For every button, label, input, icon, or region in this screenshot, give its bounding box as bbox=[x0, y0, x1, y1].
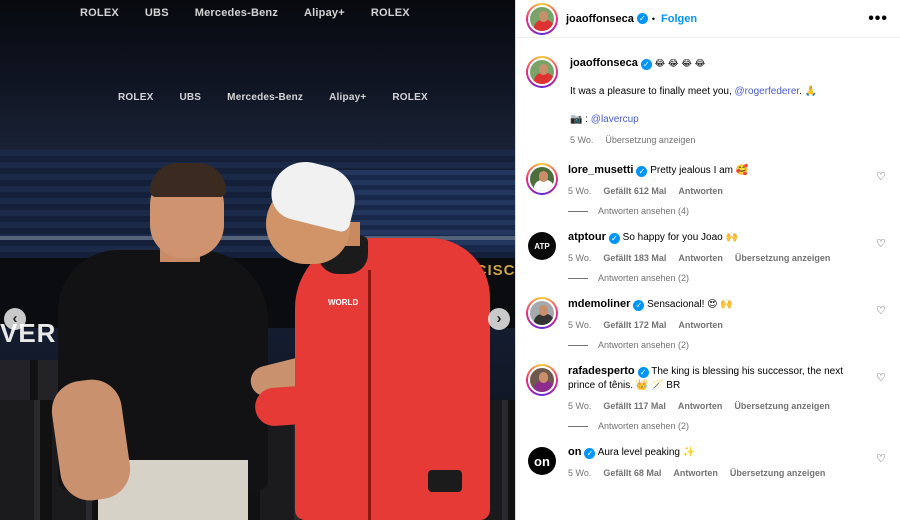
view-replies-button[interactable]: Antworten ansehen (2) bbox=[568, 340, 888, 350]
replies-line bbox=[568, 425, 588, 427]
caption-time: 5 Wo. bbox=[570, 135, 594, 145]
comment-likes[interactable]: Gefällt 68 Mal bbox=[603, 466, 661, 480]
comment-meta: 5 Wo. Gefällt 172 Mal Antworten bbox=[568, 318, 868, 332]
view-replies-button[interactable]: Antworten ansehen (2) bbox=[568, 273, 888, 283]
commenter-avatar[interactable]: on bbox=[528, 447, 556, 475]
verified-badge-icon: ✓ bbox=[637, 367, 649, 378]
carousel-next-button[interactable]: › bbox=[488, 308, 510, 330]
comment-item: rafadesperto ✓ The king is blessing his s… bbox=[526, 364, 888, 413]
person-black-polo-hair bbox=[150, 163, 226, 197]
comment-likes[interactable]: Gefällt 612 Mal bbox=[603, 184, 666, 198]
comment-translate-link[interactable]: Übersetzung anzeigen bbox=[730, 466, 826, 480]
replies-line bbox=[568, 210, 588, 212]
comment-item: mdemoliner ✓ Sensacional! 😍 🙌 5 Wo. Gefäl… bbox=[526, 297, 888, 332]
comment-time: 5 Wo. bbox=[568, 253, 592, 263]
commenter-avatar[interactable] bbox=[526, 163, 558, 195]
comment-time: 5 Wo. bbox=[568, 468, 592, 478]
caption-author-avatar[interactable] bbox=[526, 56, 558, 88]
like-heart-icon[interactable]: ♡ bbox=[876, 305, 888, 317]
like-heart-icon[interactable]: ♡ bbox=[876, 453, 888, 465]
post-caption: joaoffonseca ✓ 😂 😂 😂 😂 It was a pleasure … bbox=[526, 56, 888, 147]
commenter-username[interactable]: mdemoliner bbox=[568, 298, 630, 310]
commenter-username[interactable]: on bbox=[568, 446, 581, 458]
replies-line bbox=[568, 277, 588, 279]
comment-translate-link[interactable]: Übersetzung anzeigen bbox=[734, 399, 830, 413]
jacket-logo: WORLD bbox=[328, 298, 359, 307]
commenter-username[interactable]: atptour bbox=[568, 231, 606, 243]
caption-credit: 📷 : @lavercup bbox=[570, 114, 639, 125]
commenter-avatar[interactable] bbox=[526, 364, 558, 396]
comment-meta: 5 Wo. Gefällt 68 Mal Antworten Übersetzu… bbox=[568, 466, 868, 480]
commenter-username[interactable]: rafadesperto bbox=[568, 365, 635, 377]
follow-button[interactable]: Folgen bbox=[661, 13, 697, 25]
comment-item: on on ✓ Aura level peaking ✨ 5 Wo. Gefäll… bbox=[526, 445, 888, 480]
view-replies-button[interactable]: Antworten ansehen (2) bbox=[568, 421, 888, 431]
caption-text: It was a pleasure to finally meet you, @… bbox=[570, 86, 818, 97]
more-options-icon[interactable]: ••• bbox=[868, 10, 888, 28]
comment-text: Aura level peaking ✨ bbox=[597, 447, 696, 458]
mention-link[interactable]: @rogerfederer bbox=[735, 86, 800, 97]
header-separator: • bbox=[651, 13, 656, 24]
comment-text: So happy for you Joao 🙌 bbox=[622, 232, 738, 243]
post-header: joaoffonseca ✓ • Folgen ••• bbox=[516, 0, 900, 38]
author-avatar[interactable] bbox=[526, 2, 558, 35]
view-replies-button[interactable]: Antworten ansehen (4) bbox=[568, 206, 888, 216]
verified-badge-icon: ✓ bbox=[633, 300, 645, 311]
sponsor-banner-top: ROLEX UBS Mercedes-Benz Alipay+ ROLEX bbox=[80, 7, 410, 19]
commenter-username[interactable]: lore_musetti bbox=[568, 164, 633, 176]
verified-badge-icon: ✓ bbox=[608, 233, 620, 244]
like-heart-icon[interactable]: ♡ bbox=[876, 238, 888, 250]
comment-meta: 5 Wo. Gefällt 183 Mal Antworten Übersetz… bbox=[568, 251, 868, 265]
comment-likes[interactable]: Gefällt 172 Mal bbox=[603, 318, 666, 332]
jacket-zipper bbox=[368, 270, 371, 520]
comment-reply-button[interactable]: Antworten bbox=[678, 251, 723, 265]
commenter-avatar[interactable]: ATP bbox=[528, 232, 556, 260]
caption-emojis: 😂 😂 😂 😂 bbox=[654, 59, 706, 69]
replies-line bbox=[568, 344, 588, 346]
comment-reply-button[interactable]: Antworten bbox=[673, 466, 718, 480]
comments-panel: joaoffonseca ✓ • Folgen ••• joaoffonseca… bbox=[515, 0, 900, 520]
caption-username[interactable]: joaoffonseca bbox=[570, 57, 638, 69]
like-heart-icon[interactable]: ♡ bbox=[876, 372, 888, 384]
comment-time: 5 Wo. bbox=[568, 401, 592, 411]
comment-meta: 5 Wo. Gefällt 117 Mal Antworten Übersetz… bbox=[568, 399, 868, 413]
comment-meta: 5 Wo. Gefällt 612 Mal Antworten bbox=[568, 184, 868, 198]
caption-translate-link[interactable]: Übersetzung anzeigen bbox=[605, 133, 695, 147]
comment-item: lore_musetti ✓ Pretty jealous I am 🥰 5 Wo… bbox=[526, 163, 888, 198]
comment-time: 5 Wo. bbox=[568, 186, 592, 196]
comment-text: Pretty jealous I am 🥰 bbox=[650, 165, 749, 176]
wristband bbox=[428, 470, 462, 492]
verified-badge-icon: ✓ bbox=[636, 13, 648, 24]
comment-text: Sensacional! 😍 🙌 bbox=[647, 299, 733, 310]
sponsor-banner-mid: ROLEX UBS Mercedes-Benz Alipay+ ROLEX bbox=[118, 91, 428, 103]
comment-reply-button[interactable]: Antworten bbox=[678, 399, 723, 413]
carousel-prev-button[interactable]: ‹ bbox=[4, 308, 26, 330]
comments-list[interactable]: joaoffonseca ✓ 😂 😂 😂 😂 It was a pleasure … bbox=[516, 38, 900, 480]
verified-badge-icon: ✓ bbox=[640, 59, 652, 70]
instagram-post-view: ROLEX UBS Mercedes-Benz Alipay+ ROLEX RO… bbox=[0, 0, 900, 520]
comment-translate-link[interactable]: Übersetzung anzeigen bbox=[735, 251, 831, 265]
post-photo[interactable]: ROLEX UBS Mercedes-Benz Alipay+ ROLEX RO… bbox=[0, 0, 515, 520]
like-heart-icon[interactable]: ♡ bbox=[876, 171, 888, 183]
comment-reply-button[interactable]: Antworten bbox=[678, 184, 723, 198]
caption-meta: 5 Wo. Übersetzung anzeigen bbox=[570, 133, 888, 147]
verified-badge-icon: ✓ bbox=[584, 448, 596, 459]
comment-time: 5 Wo. bbox=[568, 320, 592, 330]
comment-likes[interactable]: Gefällt 117 Mal bbox=[603, 399, 666, 413]
credit-mention-link[interactable]: @lavercup bbox=[591, 114, 639, 125]
comment-likes[interactable]: Gefällt 183 Mal bbox=[603, 251, 666, 265]
verified-badge-icon: ✓ bbox=[636, 166, 648, 177]
comment-reply-button[interactable]: Antworten bbox=[678, 318, 723, 332]
comment-item: ATP atptour ✓ So happy for you Joao 🙌 5 W… bbox=[526, 230, 888, 265]
author-username[interactable]: joaoffonseca bbox=[566, 13, 634, 25]
commenter-avatar[interactable] bbox=[526, 297, 558, 329]
